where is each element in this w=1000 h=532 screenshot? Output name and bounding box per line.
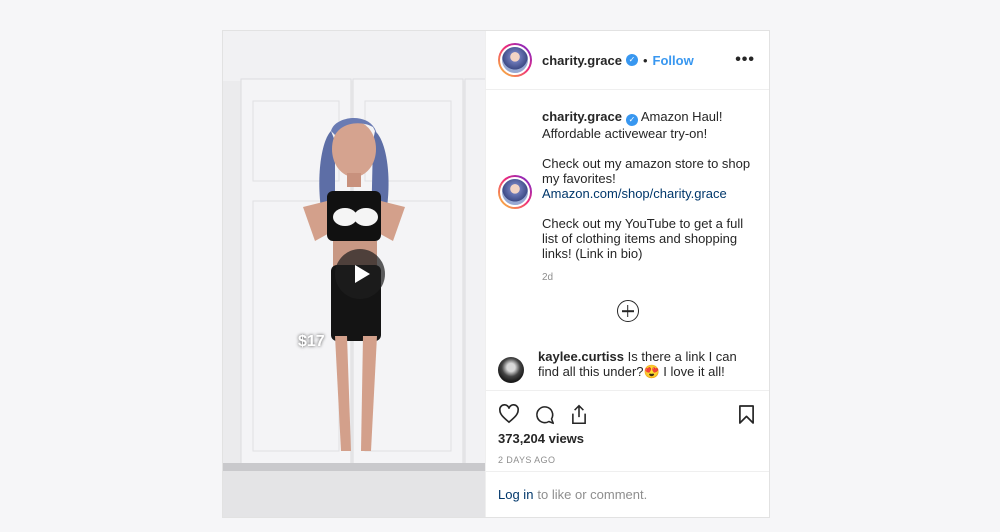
- header-separator: •: [642, 52, 648, 68]
- caption-body: charity.grace ✓ Amazon Haul! Affordable a…: [542, 109, 757, 285]
- post-timestamp[interactable]: 2 DAYS AGO: [498, 455, 757, 465]
- caption-username[interactable]: charity.grace: [542, 109, 622, 124]
- comments-area[interactable]: charity.grace ✓ Amazon Haul! Affordable a…: [486, 90, 769, 390]
- commenter-avatar[interactable]: [498, 357, 524, 383]
- avatar[interactable]: [498, 43, 532, 77]
- more-options-icon[interactable]: •••: [735, 51, 755, 69]
- heart-icon[interactable]: [498, 404, 520, 424]
- view-count[interactable]: 373,204 views: [498, 431, 757, 446]
- post-video[interactable]: $17: [223, 31, 485, 517]
- caption-line3: Check out my YouTube to get a full list …: [542, 216, 744, 261]
- verified-badge-icon: ✓: [625, 114, 638, 126]
- action-bar: 373,204 views 2 DAYS AGO: [486, 390, 769, 471]
- caption-avatar[interactable]: [498, 175, 532, 209]
- verified-badge-icon: ✓: [625, 54, 638, 66]
- caption: charity.grace ✓ Amazon Haul! Affordable a…: [498, 109, 757, 285]
- bookmark-icon[interactable]: [738, 404, 755, 425]
- login-text: to like or comment.: [537, 487, 648, 502]
- load-more-comments-icon[interactable]: [616, 300, 639, 322]
- post-header: charity.grace ✓ • Follow •••: [486, 31, 769, 90]
- play-button[interactable]: [335, 249, 385, 299]
- comment-body: kaylee.curtiss Is there a link I can fin…: [538, 349, 753, 383]
- caption-line2-wrap: Check out my amazon store to shop my fav…: [542, 156, 757, 201]
- caption-line1-wrap: charity.grace ✓ Amazon Haul! Affordable a…: [542, 109, 757, 141]
- instagram-post: $17 charity.grace ✓ • Follow ••• charity…: [222, 30, 770, 518]
- avatar-image: [500, 45, 530, 75]
- follow-button[interactable]: Follow: [653, 53, 694, 68]
- login-link[interactable]: Log in: [498, 487, 533, 502]
- amazon-store-link[interactable]: Amazon.com/shop/charity.grace: [542, 186, 727, 201]
- action-icons: [498, 399, 757, 429]
- avatar-image: [500, 177, 530, 207]
- share-icon[interactable]: [569, 404, 589, 425]
- login-bar: Log in to like or comment.: [486, 471, 769, 517]
- caption-line2: Check out my amazon store to shop my fav…: [542, 156, 751, 186]
- header-username[interactable]: charity.grace: [542, 53, 622, 68]
- caption-time[interactable]: 2d: [542, 270, 757, 285]
- comment-icon[interactable]: [534, 404, 555, 425]
- post-side-panel: charity.grace ✓ • Follow ••• charity.gra…: [485, 31, 769, 517]
- price-tag: $17: [298, 333, 325, 350]
- comment-username[interactable]: kaylee.curtiss: [538, 349, 624, 364]
- comment-item: kaylee.curtiss Is there a link I can fin…: [498, 349, 757, 383]
